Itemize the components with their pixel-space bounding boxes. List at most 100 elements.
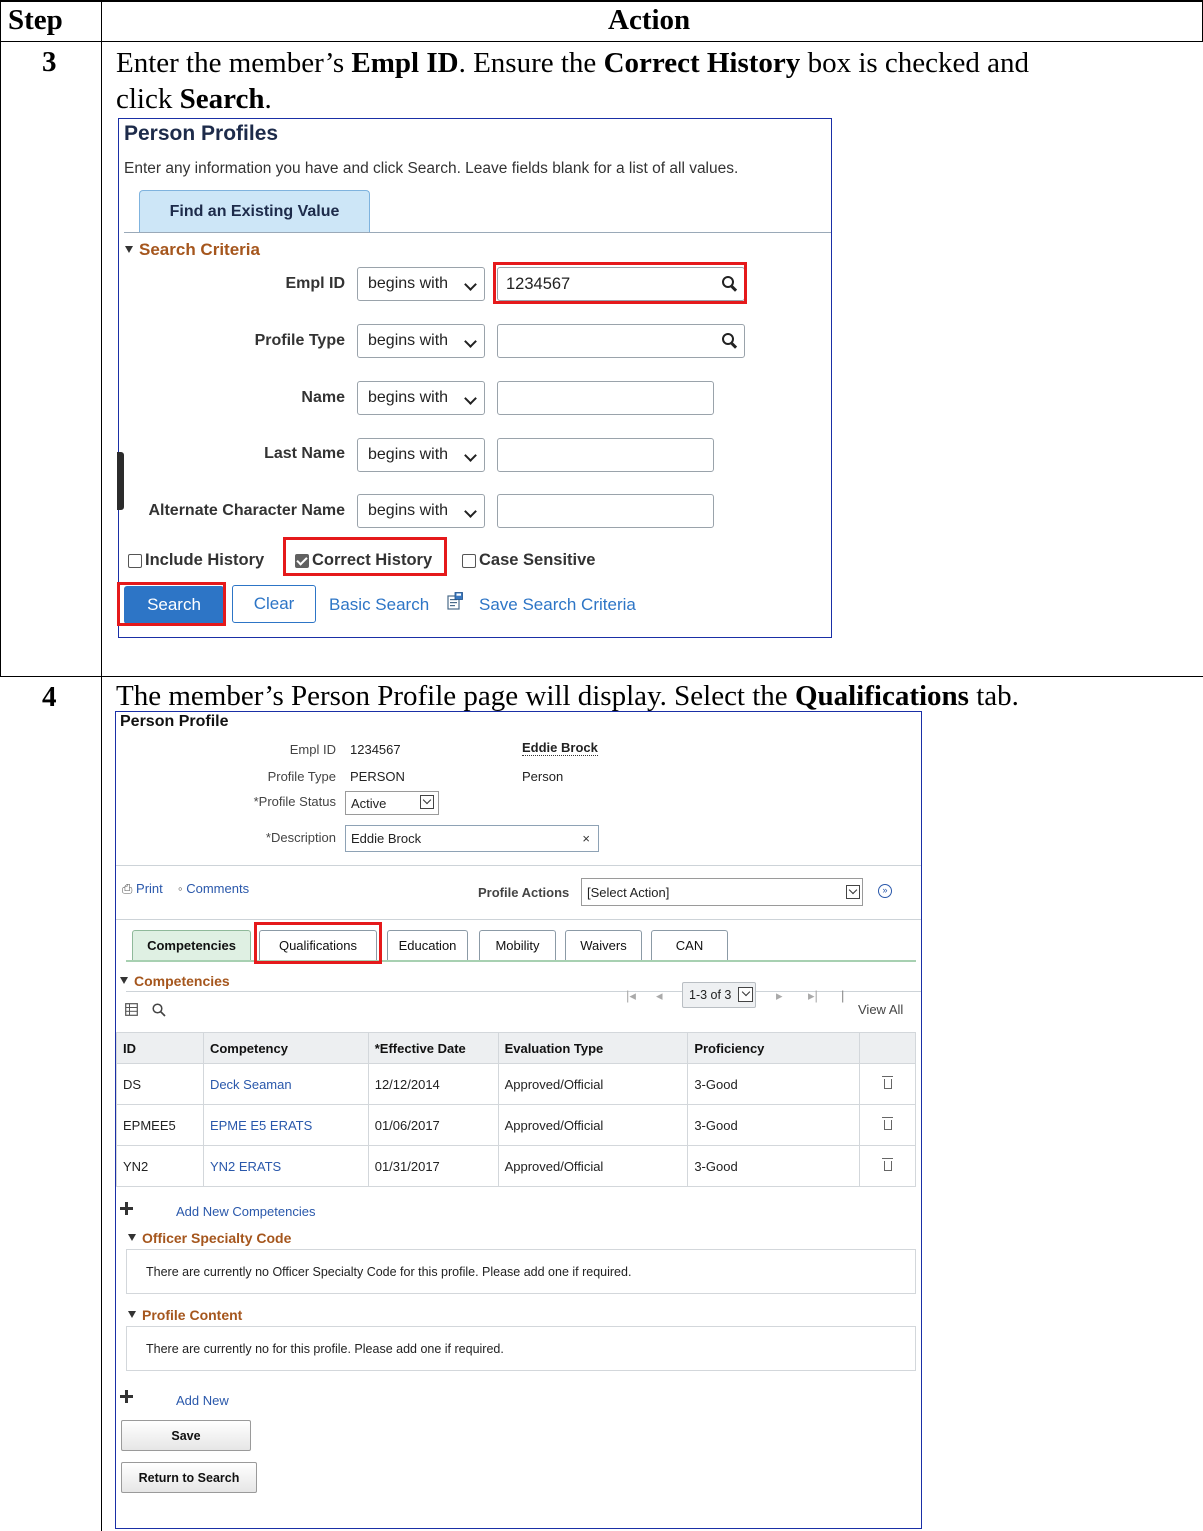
step-column-header: Step (8, 4, 63, 36)
add-new-link[interactable]: Add New (176, 1393, 229, 1408)
last-name-label: Last Name (264, 445, 345, 462)
chevron-down-icon (464, 392, 477, 405)
personalize-grid-icon[interactable] (125, 1003, 138, 1016)
tab-waivers[interactable]: Waivers (565, 930, 642, 960)
competency-link[interactable]: Deck Seaman (202, 1063, 369, 1105)
tab-find-existing-value[interactable]: Find an Existing Value (139, 190, 370, 232)
profile-status-label: *Profile Status (253, 794, 336, 809)
cell-effective-date: 01/31/2017 (367, 1145, 499, 1187)
first-page-icon[interactable]: |◂ (626, 988, 636, 1004)
tab-education[interactable]: Education (387, 930, 468, 960)
previous-page-icon[interactable]: ◂ (656, 988, 663, 1004)
profile-actions-label: Profile Actions (478, 885, 570, 900)
include-history-checkbox[interactable]: Include History (128, 551, 264, 570)
delete-cell (859, 1063, 916, 1105)
step-instruction-line2: click Search. (116, 83, 272, 115)
table-column-divider (101, 0, 102, 1531)
trash-icon[interactable] (881, 1116, 893, 1130)
highlight-search-button (117, 582, 226, 626)
competency-link[interactable]: EPME E5 ERATS (202, 1104, 369, 1146)
checkbox-icon (128, 553, 142, 568)
basic-search-link[interactable]: Basic Search (329, 595, 429, 615)
delete-cell (859, 1145, 916, 1187)
case-sensitive-checkbox[interactable]: Case Sensitive (462, 551, 595, 570)
next-page-icon[interactable]: ▸ (776, 988, 783, 1004)
cell-id: DS (116, 1063, 204, 1105)
cell-proficiency: 3-Good (687, 1104, 861, 1146)
last-name-operator-select[interactable]: begins with (357, 438, 485, 472)
add-icon[interactable] (120, 1202, 133, 1215)
profile-type-label: Profile Type (254, 332, 345, 349)
table-header-row: ID Competency *Effective Date Evaluation… (116, 1032, 916, 1064)
print-link[interactable]: ⎙ Print (122, 881, 163, 897)
officer-specialty-code-section[interactable]: Officer Specialty Code (128, 1230, 291, 1246)
column-header-competency: Competency (202, 1032, 369, 1064)
comments-link[interactable]: ◦ Comments (178, 881, 249, 896)
page-title: Person Profile (120, 713, 229, 730)
divider (116, 865, 921, 866)
profile-status-select[interactable]: Active (345, 791, 439, 815)
highlight-qualifications-tab (254, 922, 382, 964)
column-header-delete (859, 1032, 916, 1064)
checkbox-icon (462, 553, 476, 568)
name-operator-select[interactable]: begins with (357, 381, 485, 415)
alternate-character-name-operator-select[interactable]: begins with (357, 494, 485, 528)
last-name-input[interactable] (497, 438, 714, 472)
divider (126, 991, 921, 992)
competencies-table: ID Competency *Effective Date Evaluation… (116, 1032, 916, 1187)
profile-type-input[interactable] (497, 324, 745, 358)
return-to-search-button[interactable]: Return to Search (121, 1462, 257, 1493)
cell-proficiency: 3-Good (687, 1145, 861, 1187)
dropdown-arrow-icon (420, 795, 434, 809)
divider (116, 919, 921, 920)
profile-content-section[interactable]: Profile Content (128, 1307, 242, 1323)
last-page-icon[interactable]: ▸| (808, 988, 818, 1004)
tab-can[interactable]: CAN (651, 930, 728, 960)
table-border-left (0, 0, 1, 677)
trash-icon[interactable] (881, 1157, 893, 1171)
tab-mobility[interactable]: Mobility (479, 930, 556, 960)
alternate-character-name-input[interactable] (497, 494, 714, 528)
empl-id-operator-select[interactable]: begins with (357, 267, 485, 301)
clear-button[interactable]: Clear (232, 585, 316, 623)
name-input[interactable] (497, 381, 714, 415)
dropdown-arrow-icon (846, 885, 860, 899)
competency-link[interactable]: YN2 ERATS (202, 1145, 369, 1187)
tab-competencies[interactable]: Competencies (132, 930, 251, 960)
cell-effective-date: 01/06/2017 (367, 1104, 499, 1146)
save-search-icon[interactable] (447, 592, 463, 610)
save-search-criteria-link[interactable]: Save Search Criteria (479, 595, 636, 615)
add-new-competencies-link[interactable]: Add New Competencies (176, 1204, 315, 1219)
view-all-link[interactable]: View All (858, 1002, 903, 1017)
trash-icon[interactable] (881, 1075, 893, 1089)
add-icon[interactable] (120, 1390, 133, 1403)
profile-type-label: Profile Type (267, 769, 336, 784)
officer-specialty-code-message: There are currently no Officer Specialty… (126, 1249, 916, 1294)
column-header-evaluation-type: Evaluation Type (497, 1032, 689, 1064)
clear-icon[interactable]: × (582, 831, 590, 846)
profile-content-message: There are currently no for this profile.… (126, 1326, 916, 1371)
competencies-section[interactable]: Competencies (120, 973, 230, 989)
highlight-correct-history (283, 537, 447, 576)
profile-actions-select[interactable]: [Select Action] (581, 878, 863, 906)
page-instructions: Enter any information you have and click… (124, 160, 739, 177)
search-icon[interactable] (722, 333, 738, 349)
name-label: Name (301, 389, 345, 406)
person-name: Eddie Brock (522, 740, 598, 756)
step-instruction: The member’s Person Profile page will di… (116, 680, 1019, 712)
execute-action-icon[interactable]: » (878, 884, 892, 898)
find-icon[interactable] (152, 1003, 166, 1017)
description-input[interactable]: Eddie Brock × (345, 825, 599, 852)
profile-type-operator-select[interactable]: begins with (357, 324, 485, 358)
person-profile-screenshot: Person Profile Empl ID 1234567 Eddie Bro… (115, 711, 922, 1529)
chevron-down-icon (464, 505, 477, 518)
search-criteria-section[interactable]: Search Criteria (125, 240, 260, 260)
description-label: *Description (265, 830, 336, 845)
tab-underline (126, 960, 916, 962)
cell-id: EPMEE5 (116, 1104, 204, 1146)
table-header-divider (0, 41, 1203, 42)
page-range-select[interactable]: 1-3 of 3 (682, 982, 756, 1008)
sidebar-handle[interactable] (117, 452, 124, 510)
chevron-down-icon (464, 449, 477, 462)
save-button[interactable]: Save (121, 1420, 251, 1451)
